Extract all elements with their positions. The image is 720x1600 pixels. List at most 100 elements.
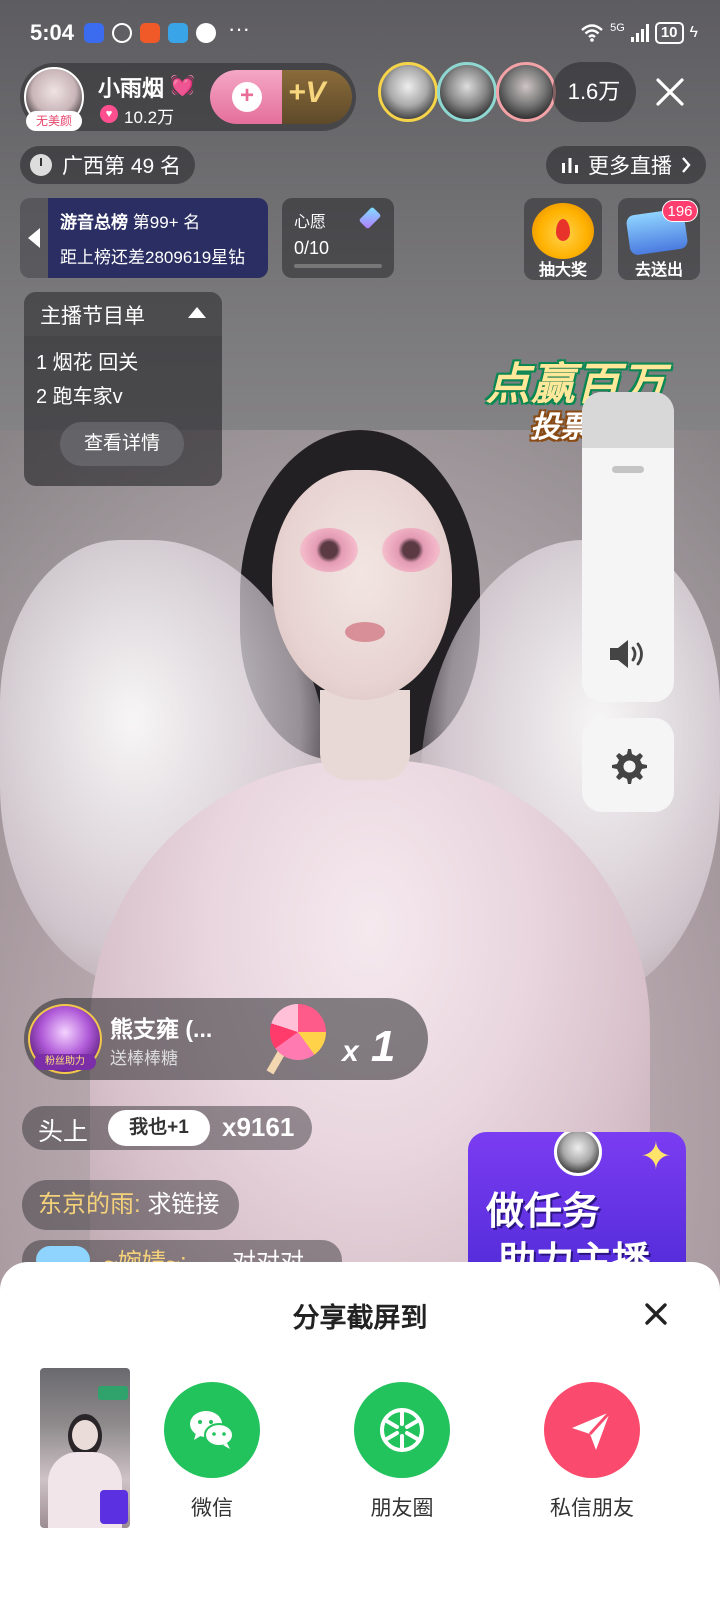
collapse-triangle-icon[interactable] [188,307,206,318]
bar-chart-icon [562,158,578,173]
star-icon: ✦ [640,1136,672,1178]
share-target-label: 朋友圈 [370,1497,434,1520]
more-live-label: 更多直播 [588,155,672,178]
lollipop-icon [270,1004,326,1060]
gift-multiplier-count: 1 [370,1022,396,1071]
view-details-button[interactable]: 查看详情 [60,422,184,466]
wechat-icon [190,1411,234,1449]
send-gift-button[interactable]: 196 去送出 [618,198,700,280]
follow-button[interactable]: + +V [210,70,352,124]
gift-notice: 粉丝助力 熊支雍 (... 送棒棒糖 x 1 [24,998,428,1080]
viewer-count[interactable]: 1.6万 [552,62,636,122]
status-bar: 5:04 ··· 5G 10 ϟ [0,0,720,68]
wechat-circle[interactable] [164,1382,260,1478]
close-icon [645,1303,667,1325]
lottery-button[interactable]: 抽大奖 [524,198,602,280]
chat-text: 求链接 [147,1191,220,1218]
program-list-title: 主播节目单 [40,305,145,328]
volume-slider-empty [582,392,674,448]
region-rank-badge[interactable]: 广西第 49 名 [20,146,196,184]
fans-heart-icon: ♥ [100,105,118,123]
fans-count: 10.2万 [124,108,175,127]
screenshot-thumbnail[interactable] [40,1368,130,1528]
network-type: 5G [610,22,625,34]
rank-board-position: 第99+ 名 [132,213,201,232]
status-right: 5G 10 ϟ [580,22,698,44]
more-live-button[interactable]: 更多直播 [546,146,706,184]
host-name: 小雨烟 [98,76,165,101]
program-item: 1 烟花 回关 [36,352,139,374]
private-message-circle[interactable] [544,1382,640,1478]
rank-board-title: 游音总榜 [60,213,128,232]
heart-icon: 💓 [170,75,195,97]
wifi-icon [581,24,603,42]
speaker-icon [610,640,643,668]
chat-user: 东京的雨: [38,1191,141,1218]
combo-title: 头上 [38,1118,89,1146]
app-icon [140,23,160,43]
lottery-label: 抽大奖 [538,262,587,279]
rank-board-card[interactable]: 游音总榜 第99+ 名 距上榜还差2809619星钻 [20,198,268,278]
program-item: 2 跑车家v [36,386,123,408]
gift-action: 送棒棒糖 [110,1049,178,1068]
more-notifications-icon: ··· [228,16,250,41]
combo-count: x9161 [222,1112,295,1142]
wish-progress: 0/10 [294,238,330,258]
message-icon [196,23,216,43]
volume-slider-handle[interactable] [612,466,644,473]
share-close-button[interactable] [636,1294,676,1334]
browser-icon [84,23,104,43]
host-mini-avatar [554,1132,602,1176]
settings-button[interactable] [582,718,674,812]
gem-icon [358,206,382,230]
share-target-label: 微信 [191,1497,233,1520]
close-live-button[interactable] [650,72,690,112]
wish-title: 心愿 [294,214,327,231]
plus-icon: + [232,82,262,112]
gift-count-badge: 196 [662,200,698,222]
gift-multiplier: x 1 [342,1022,395,1072]
viewer-avatar[interactable] [378,62,438,122]
fan-support-tag: 粉丝助力 [34,1054,96,1070]
program-list-header[interactable]: 主播节目单 [24,292,222,336]
close-icon [656,78,684,106]
me-too-plus-one-button[interactable]: 我也+1 [108,1110,210,1146]
task-banner-headline: 做任务 [486,1191,601,1233]
share-sheet-title: 分享截屏到 [292,1303,428,1333]
host-card[interactable]: 无美颜 小雨烟 💓 ♥ 10.2万 + +V [20,63,356,131]
clock-icon [30,154,52,176]
charging-icon: ϟ [689,24,698,41]
reader-icon [168,23,188,43]
viewer-avatar[interactable] [496,62,556,122]
vip-join-segment[interactable]: +V [282,70,352,124]
gift-multiplier-x: x [342,1035,359,1068]
follow-segment[interactable]: + [210,70,282,124]
share-to-wechat-button[interactable]: 微信 [152,1382,272,1532]
wish-card[interactable]: 心愿 0/10 [282,198,394,278]
moments-circle[interactable] [354,1382,450,1478]
volume-slider[interactable] [582,392,674,702]
rank-board-gap: 距上榜还差2809619星钻 [60,248,246,267]
program-list-panel: 主播节目单 1 烟花 回关 2 跑车家v 查看详情 [24,292,222,486]
combo-bar: 头上 我也+1 x9161 [22,1106,312,1150]
share-screenshot-sheet: 分享截屏到 微信 朋友圈 私信朋友 [0,1262,720,1600]
share-to-private-message-button[interactable]: 私信朋友 [532,1382,652,1532]
send-arrow-icon [572,1410,612,1450]
chat-message[interactable]: 东京的雨: 求链接 [22,1180,240,1230]
wish-progress-bar [294,264,382,268]
share-target-label: 私信朋友 [550,1497,634,1520]
gift-sender-name: 熊支雍 (... [110,1016,213,1042]
no-filter-tag: 无美颜 [26,111,82,131]
send-gift-label: 去送出 [634,262,683,279]
share-to-moments-button[interactable]: 朋友圈 [342,1382,462,1532]
lottery-icon [532,203,594,259]
caret-left-icon[interactable] [20,198,48,278]
moments-shutter-icon [380,1408,424,1452]
battery-icon: 10 [654,22,684,44]
status-time: 5:04 [30,20,75,45]
rank-board-body: 游音总榜 第99+ 名 距上榜还差2809619星钻 [48,198,268,278]
vip-plus-icon: +V [288,76,326,109]
wechat-icon [112,23,132,43]
viewer-avatar[interactable] [437,62,497,122]
chevron-right-icon [682,157,691,173]
